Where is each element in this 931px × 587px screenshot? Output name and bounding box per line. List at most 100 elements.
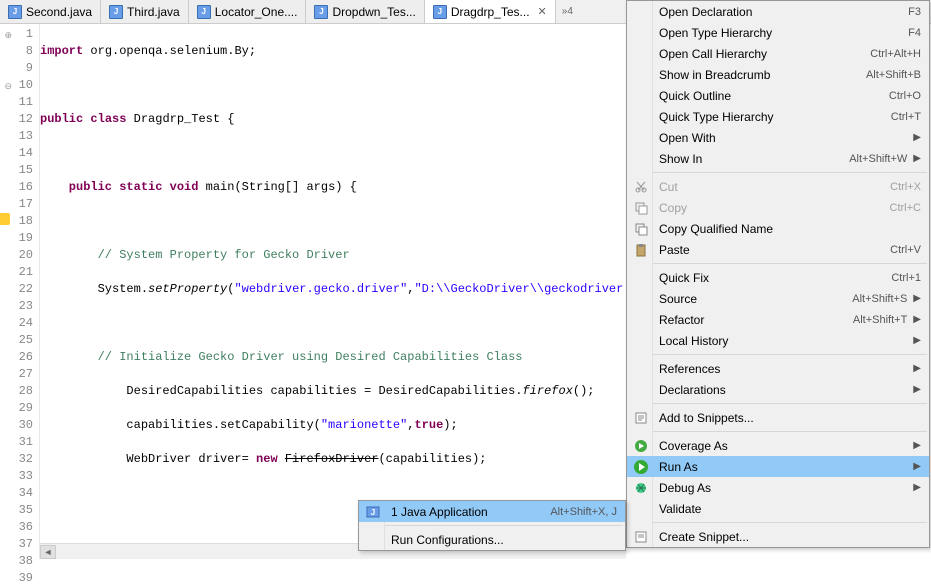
menu-item-open-type-hierarchy[interactable]: Open Type HierarchyF4 [627, 22, 929, 43]
menu-item-local-history[interactable]: Local History ▶ [627, 330, 929, 351]
menu-item-debug-as[interactable]: Debug As ▶ [627, 477, 929, 498]
copy-q-icon [633, 221, 649, 237]
menu-item-coverage-as[interactable]: Coverage As ▶ [627, 435, 929, 456]
menu-separator [629, 263, 927, 264]
chevron-right-icon: ▶ [913, 153, 921, 164]
fold-icon[interactable]: ⊕ [2, 28, 12, 38]
menu-item-show-in-breadcrumb[interactable]: Show in BreadcrumbAlt+Shift+B [627, 64, 929, 85]
chevron-right-icon: ▶ [913, 482, 921, 493]
menu-item-cut: CutCtrl+X [627, 176, 929, 197]
menu-label: Debug As [659, 481, 907, 495]
cut-icon [633, 179, 649, 195]
chevron-right-icon: ▶ [913, 293, 921, 304]
menu-shortcut: Ctrl+Alt+H [870, 48, 921, 60]
copy-icon [633, 200, 649, 216]
menu-label: Quick Type Hierarchy [659, 110, 891, 124]
java-file-icon: J [109, 5, 123, 19]
close-icon[interactable]: ✕ [538, 5, 547, 18]
run-as-submenu: J 1 Java ApplicationAlt+Shift+X, J Run Con… [358, 500, 626, 551]
menu-label: Show In [659, 152, 849, 166]
create-snippet-icon [633, 529, 649, 545]
menu-separator [629, 431, 927, 432]
menu-label: Add to Snippets... [659, 411, 921, 425]
tab-locator[interactable]: JLocator_One.... [189, 0, 307, 23]
menu-item-refactor[interactable]: RefactorAlt+Shift+T▶ [627, 309, 929, 330]
tab-third[interactable]: J Third.java [101, 0, 189, 23]
menu-shortcut: Alt+Shift+X, J [550, 506, 617, 518]
menu-item-quick-type-hierarchy[interactable]: Quick Type HierarchyCtrl+T [627, 106, 929, 127]
menu-label: Validate [659, 502, 921, 516]
tab-second[interactable]: JSecond.java [0, 0, 101, 23]
menu-label: References [659, 362, 907, 376]
menu-item-add-to-snippets[interactable]: Add to Snippets... [627, 407, 929, 428]
debug-icon [633, 480, 649, 496]
paste-icon [633, 242, 649, 258]
menu-shortcut: Ctrl+X [890, 181, 921, 193]
chevron-right-icon: ▶ [913, 132, 921, 143]
menu-shortcut: Alt+Shift+T [853, 314, 907, 326]
menu-item-open-declaration[interactable]: Open DeclarationF3 [627, 1, 929, 22]
menu-item-open-with[interactable]: Open With▶ [627, 127, 929, 148]
tab-overflow[interactable]: » 4 [556, 0, 579, 23]
menu-item-run-configurations[interactable]: Run Configurations... [359, 529, 625, 550]
menu-item-paste[interactable]: PasteCtrl+V [627, 239, 929, 260]
menu-separator [629, 403, 927, 404]
tab-label: Dragdrp_Tes... [451, 5, 530, 19]
chevron-right-icon: ▶ [913, 461, 921, 472]
menu-label: Open Call Hierarchy [659, 47, 870, 61]
menu-item-quick-outline[interactable]: Quick OutlineCtrl+O [627, 85, 929, 106]
menu-label: Show in Breadcrumb [659, 68, 866, 82]
menu-shortcut: F4 [908, 27, 921, 39]
menu-label: Quick Outline [659, 89, 889, 103]
menu-label: Quick Fix [659, 271, 891, 285]
menu-item-run-as[interactable]: Run As▶ [627, 456, 929, 477]
svg-text:J: J [371, 508, 375, 517]
fold-icon[interactable]: ⊖ [2, 79, 12, 89]
menu-separator [361, 525, 623, 526]
chevron-right-icon: ▶ [913, 440, 921, 451]
menu-label: Open Type Hierarchy [659, 26, 908, 40]
menu-label: Cut [659, 180, 890, 194]
line-gutter: ⊕1 8 9 ⊖10 11 12 13 14 15 16 17 18 19 20… [0, 24, 40, 559]
chevron-right-icon: ▶ [913, 384, 921, 395]
menu-item-source[interactable]: SourceAlt+Shift+S▶ [627, 288, 929, 309]
java-file-icon: J [433, 5, 447, 19]
menu-label: 1 Java Application [391, 505, 550, 519]
scroll-left-icon[interactable]: ◄ [40, 545, 56, 559]
menu-item-show-in[interactable]: Show InAlt+Shift+W ▶ [627, 148, 929, 169]
chevron-right-icon: ▶ [913, 335, 921, 346]
menu-label: Coverage As [659, 439, 907, 453]
menu-label: Copy Qualified Name [659, 222, 921, 236]
menu-shortcut: Ctrl+V [890, 244, 921, 256]
menu-label: Declarations [659, 383, 907, 397]
menu-item-declarations[interactable]: Declarations ▶ [627, 379, 929, 400]
menu-shortcut: F3 [908, 6, 921, 18]
menu-label: Local History [659, 334, 907, 348]
chevron-right-icon: ▶ [913, 314, 921, 325]
menu-item-copy: CopyCtrl+C [627, 197, 929, 218]
tab-dropdown[interactable]: JDropdwn_Tes... [306, 0, 424, 23]
java-file-icon: J [8, 5, 22, 19]
menu-shortcut: Alt+Shift+W [849, 153, 907, 165]
menu-shortcut: Ctrl+1 [891, 272, 921, 284]
menu-item-1-java-application[interactable]: J 1 Java ApplicationAlt+Shift+X, J [359, 501, 625, 522]
tab-label: Third.java [127, 5, 180, 19]
menu-shortcut: Alt+Shift+S [852, 293, 907, 305]
tab-dragdrop[interactable]: J Dragdrp_Tes... ✕ [425, 0, 556, 23]
menu-item-create-snippet[interactable]: Create Snippet... [627, 526, 929, 547]
menu-item-references[interactable]: References ▶ [627, 358, 929, 379]
menu-separator [629, 172, 927, 173]
menu-item-validate[interactable]: Validate [627, 498, 929, 519]
menu-item-copy-qualified-name[interactable]: Copy Qualified Name [627, 218, 929, 239]
coverage-icon [633, 438, 649, 454]
chevron-right-icon: ▶ [913, 363, 921, 374]
menu-label: Create Snippet... [659, 530, 921, 544]
tab-label: Locator_One.... [215, 5, 298, 19]
menu-separator [629, 522, 927, 523]
menu-item-quick-fix[interactable]: Quick FixCtrl+1 [627, 267, 929, 288]
run-icon [633, 459, 649, 475]
warning-icon[interactable] [0, 213, 10, 225]
menu-shortcut: Ctrl+O [889, 90, 921, 102]
menu-item-open-call-hierarchy[interactable]: Open Call HierarchyCtrl+Alt+H [627, 43, 929, 64]
menu-label: Run Configurations... [391, 533, 617, 547]
